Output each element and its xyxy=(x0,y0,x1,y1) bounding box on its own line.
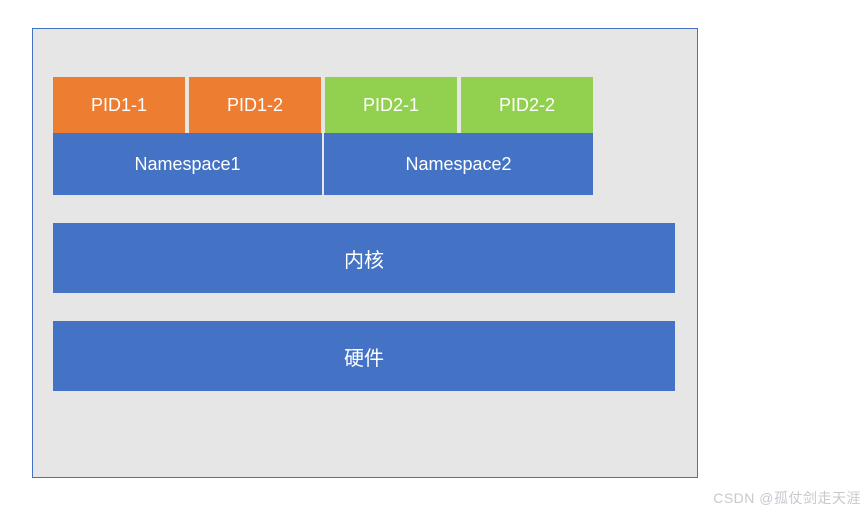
pid-2-2-box: PID2-2 xyxy=(461,77,593,133)
pid-2-1-box: PID2-1 xyxy=(325,77,457,133)
hardware-label: 硬件 xyxy=(344,342,384,371)
namespace-1-box: Namespace1 xyxy=(53,133,322,195)
pid-1-1-box: PID1-1 xyxy=(53,77,185,133)
pid-label: PID1-1 xyxy=(91,95,147,116)
kernel-box: 内核 xyxy=(53,223,675,293)
pid-label: PID2-1 xyxy=(363,95,419,116)
namespace-label: Namespace1 xyxy=(134,154,240,175)
namespace-label: Namespace2 xyxy=(405,154,511,175)
pid-row: PID1-1 PID1-2 PID2-1 PID2-2 xyxy=(53,77,593,133)
pid-label: PID2-2 xyxy=(499,95,555,116)
hardware-box: 硬件 xyxy=(53,321,675,391)
pid-1-2-box: PID1-2 xyxy=(189,77,321,133)
pid-label: PID1-2 xyxy=(227,95,283,116)
namespace-2-box: Namespace2 xyxy=(324,133,593,195)
watermark-text: CSDN @孤仗剑走天涯 xyxy=(713,488,861,508)
diagram-container: PID1-1 PID1-2 PID2-1 PID2-2 Namespace1 N… xyxy=(32,28,698,478)
namespace-row: Namespace1 Namespace2 xyxy=(53,133,593,195)
kernel-label: 内核 xyxy=(344,244,384,273)
